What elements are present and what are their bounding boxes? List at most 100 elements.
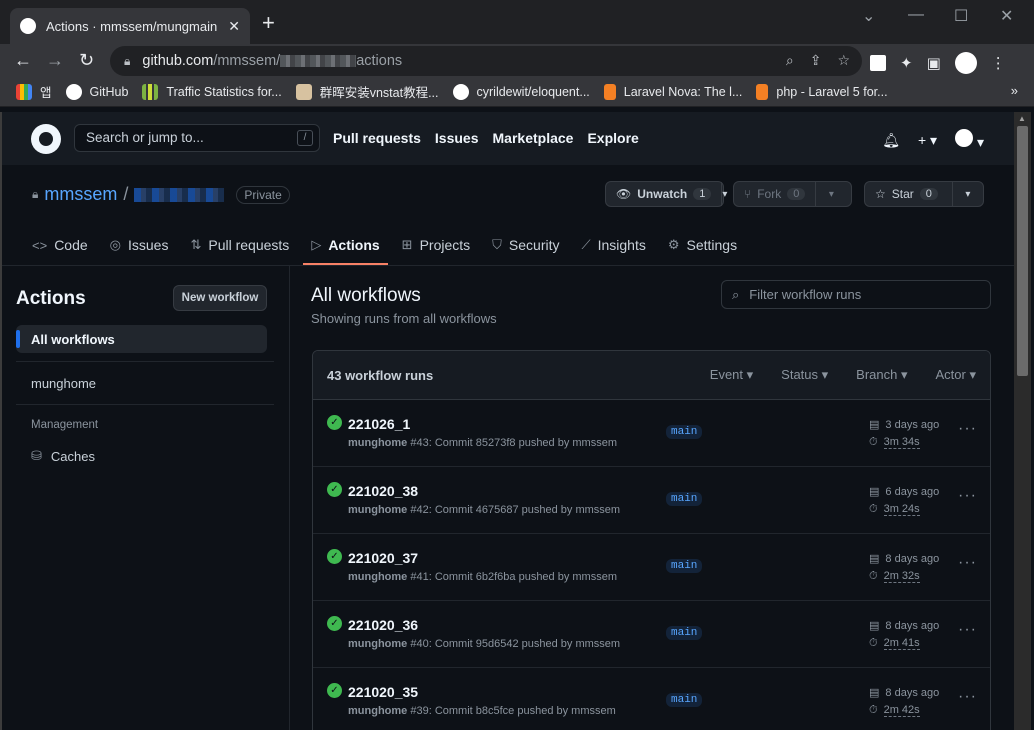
sidebar-item-munghome[interactable]: munghome xyxy=(16,369,267,397)
profile-avatar[interactable] xyxy=(954,52,977,74)
database-icon: ⛁ xyxy=(31,448,42,463)
bookmark-vnstat[interactable]: 群晖安装vnstat教程... xyxy=(295,82,439,101)
page-scrollbar[interactable]: ▲ xyxy=(1014,112,1031,730)
workflow-run-row[interactable]: ✓ 221020_35 munghome #39: Commit b8c5fce… xyxy=(313,668,990,730)
sidebar-item-all-workflows[interactable]: All workflows xyxy=(16,325,267,353)
bookmark-github[interactable]: GitHub xyxy=(65,83,128,100)
run-meta: munghome #41: Commit 6b2f6ba pushed by m… xyxy=(348,571,618,583)
star-dropdown-caret[interactable]: ▾ xyxy=(953,189,983,200)
run-title-link[interactable]: 221020_36 xyxy=(348,617,418,633)
bookmark-apps[interactable]: 앱 xyxy=(16,82,52,101)
browser-tab[interactable]: Actions · mmssem/mungmain ✕ xyxy=(10,8,250,44)
repo-owner-link[interactable]: mmssem xyxy=(44,184,117,205)
success-check-icon: ✓ xyxy=(327,616,342,631)
bookmark-php-laravel[interactable]: php - Laravel 5 for... xyxy=(756,83,888,100)
zoom-search-icon[interactable]: ⌕ xyxy=(786,52,794,69)
success-check-icon: ✓ xyxy=(327,549,342,564)
menu-kebab-icon[interactable]: ⋮ xyxy=(991,54,1006,72)
tab-code[interactable]: <> Code xyxy=(24,227,96,264)
more-actions-icon[interactable]: ··· xyxy=(958,420,977,438)
branch-label[interactable]: main xyxy=(666,492,703,506)
bookmarks-overflow-icon[interactable]: » xyxy=(1011,83,1018,98)
repo-name-link[interactable] xyxy=(134,187,225,202)
watch-dropdown-caret[interactable]: ▾ xyxy=(722,189,727,200)
maximize-icon[interactable]: ☐ xyxy=(954,6,968,26)
nav-explore[interactable]: Explore xyxy=(587,130,638,146)
back-arrow-icon[interactable]: ← xyxy=(14,50,32,71)
bookmarks-bar: 앱 GitHub Traffic Statistics for... 群晖安装v… xyxy=(0,77,1034,107)
actions-sidebar: Actions New workflow All workflows mungh… xyxy=(2,266,290,730)
sidebar-item-caches[interactable]: ⛁ Caches xyxy=(31,448,95,464)
scroll-up-arrow-icon[interactable]: ▲ xyxy=(1018,114,1026,123)
more-actions-icon[interactable]: ··· xyxy=(958,487,977,505)
nav-marketplace[interactable]: Marketplace xyxy=(493,130,574,146)
tab-search-chevron-icon[interactable]: ⌄ xyxy=(862,6,875,26)
nav-pull-requests[interactable]: Pull requests xyxy=(333,130,421,146)
user-menu-dropdown[interactable]: ▾ xyxy=(955,129,984,151)
browser-tabstrip: Actions · mmssem/mungmain ✕ + ⌄ — ☐ ✕ xyxy=(0,0,1034,44)
nav-issues[interactable]: Issues xyxy=(435,130,479,146)
pull-request-icon: ⇅ xyxy=(190,237,202,252)
bookmark-star-icon[interactable]: ☆ xyxy=(837,52,850,69)
window-close-icon[interactable]: ✕ xyxy=(1000,6,1013,26)
close-tab-icon[interactable]: ✕ xyxy=(228,18,240,35)
share-icon[interactable]: ⇪ xyxy=(810,52,822,69)
more-actions-icon[interactable]: ··· xyxy=(958,621,977,639)
fork-dropdown-caret[interactable]: ▾ xyxy=(816,189,846,200)
branch-label[interactable]: main xyxy=(666,559,703,573)
search-input[interactable]: Search or jump to... / xyxy=(74,124,320,152)
divider xyxy=(16,404,274,405)
filter-actor-dropdown[interactable]: Actor ▾ xyxy=(936,367,976,383)
filter-event-dropdown[interactable]: Event ▾ xyxy=(710,367,753,383)
side-panel-icon[interactable]: ▣ xyxy=(927,54,941,72)
forward-arrow-icon[interactable]: → xyxy=(46,50,64,71)
bookmark-cyrildewit[interactable]: cyrildewit/eloquent... xyxy=(452,83,590,100)
star-button[interactable]: ☆ Star 0 ▾ xyxy=(864,181,984,207)
tab-issues[interactable]: ◎ Issues xyxy=(102,227,177,264)
bookmark-laravel-nova[interactable]: Laravel Nova: The l... xyxy=(603,83,742,100)
tab-actions[interactable]: ▷ Actions xyxy=(303,227,389,265)
minimize-icon[interactable]: — xyxy=(908,6,924,24)
filter-status-dropdown[interactable]: Status ▾ xyxy=(781,367,828,383)
divider xyxy=(16,361,274,362)
extension-shield-icon[interactable] xyxy=(870,55,886,71)
workflow-run-row[interactable]: ✓ 221026_1 munghome #43: Commit 85273f8 … xyxy=(313,400,990,467)
fork-button[interactable]: ⑂ Fork 0 ▾ xyxy=(733,181,852,207)
tab-projects[interactable]: ⊞ Projects xyxy=(394,227,478,264)
run-meta: munghome #43: Commit 85273f8 pushed by m… xyxy=(348,437,618,449)
code-icon: <> xyxy=(32,237,48,253)
workflow-run-row[interactable]: ✓ 221020_38 munghome #42: Commit 4675687… xyxy=(313,467,990,534)
tab-insights[interactable]: ⟋ Insights xyxy=(573,227,653,264)
reload-icon[interactable]: ↻ xyxy=(79,50,94,71)
filter-workflow-runs-input[interactable]: ⌕ Filter workflow runs xyxy=(721,280,991,309)
tab-pull-requests[interactable]: ⇅ Pull requests xyxy=(182,227,297,264)
extensions-puzzle-icon[interactable]: ✦ xyxy=(900,54,913,72)
new-workflow-button[interactable]: New workflow xyxy=(173,285,267,311)
tab-settings[interactable]: ⚙ Settings xyxy=(660,227,745,264)
run-title-link[interactable]: 221020_37 xyxy=(348,550,418,566)
more-actions-icon[interactable]: ··· xyxy=(958,688,977,706)
branch-label[interactable]: main xyxy=(666,693,703,707)
repo-header: 🔒︎ mmssem / Private 👁︎ Unwatch 1 ▾ ⑂ Fork 0 … xyxy=(2,165,1014,266)
workflow-run-row[interactable]: ✓ 221020_37 munghome #41: Commit 6b2f6ba… xyxy=(313,534,990,601)
watch-button[interactable]: 👁︎ Unwatch 1 ▾ xyxy=(605,181,727,207)
branch-label[interactable]: main xyxy=(666,425,703,439)
gear-icon: ⚙ xyxy=(667,237,680,252)
create-new-dropdown[interactable]: + ▾ xyxy=(918,132,937,149)
filter-branch-dropdown[interactable]: Branch ▾ xyxy=(856,367,907,383)
scrollbar-thumb[interactable] xyxy=(1017,126,1028,376)
tab-security[interactable]: ⛉ Security xyxy=(484,227,567,264)
workflow-run-row[interactable]: ✓ 221020_36 munghome #40: Commit 95d6542… xyxy=(313,601,990,668)
run-title-link[interactable]: 221026_1 xyxy=(348,416,410,432)
notifications-bell-icon[interactable]: 🔔︎ xyxy=(882,132,900,149)
success-check-icon: ✓ xyxy=(327,482,342,497)
github-logo-icon[interactable] xyxy=(31,124,61,154)
more-actions-icon[interactable]: ··· xyxy=(958,554,977,572)
fork-icon: ⑂ xyxy=(744,187,752,201)
new-tab-button[interactable]: + xyxy=(262,12,275,34)
run-title-link[interactable]: 221020_38 xyxy=(348,483,418,499)
branch-label[interactable]: main xyxy=(666,626,703,640)
bookmark-traffic-statistics[interactable]: Traffic Statistics for... xyxy=(142,83,282,100)
run-title-link[interactable]: 221020_35 xyxy=(348,684,418,700)
address-bar[interactable]: 🔒︎ github.com/mmssem/actions ⌕ ⇪ ☆ xyxy=(110,46,862,76)
